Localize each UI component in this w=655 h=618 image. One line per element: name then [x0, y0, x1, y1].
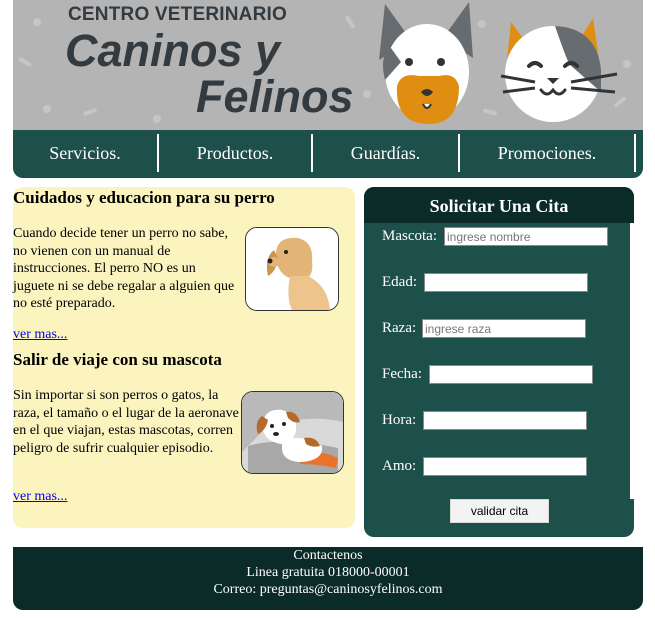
form-title: Solicitar Una Cita	[364, 187, 634, 223]
article-title: Cuidados y educacion para su perro	[13, 188, 275, 207]
submit-appointment-button[interactable]: validar cita	[450, 499, 549, 523]
amo-label: Amo:	[382, 458, 417, 474]
article-read-more-link[interactable]: ver mas...	[13, 327, 67, 343]
hora-label: Hora:	[382, 412, 417, 428]
header-banner: CENTRO VETERINARIO Caninos y Felinos	[13, 0, 643, 130]
amo-input[interactable]	[423, 457, 587, 476]
articles-panel: Cuidados y educacion para su perro Cuand…	[13, 187, 355, 528]
cat-logo-icon	[500, 18, 618, 122]
footer-email: Correo: preguntas@caninosyfelinos.com	[213, 582, 443, 597]
nav-item-productos[interactable]: Productos.	[159, 130, 311, 178]
nav-divider	[634, 134, 636, 172]
fecha-input[interactable]	[429, 365, 593, 384]
article-read-more-link[interactable]: ver mas...	[13, 489, 67, 505]
edad-label: Edad:	[382, 274, 417, 290]
raza-label: Raza:	[382, 320, 417, 336]
hora-input[interactable]	[423, 411, 587, 430]
dog-logo-icon	[379, 2, 473, 124]
raza-input[interactable]	[422, 319, 586, 338]
brand-title-line2: Felinos	[196, 71, 354, 122]
article-text: Cuando decide tener un perro no sabe, no…	[13, 226, 235, 311]
nav-item-servicios[interactable]: Servicios.	[13, 130, 157, 178]
dog-photo	[245, 227, 339, 311]
main-nav: Servicios. Productos. Guardías. Promocio…	[13, 130, 643, 178]
footer: Contactenos Linea gratuita 018000-00001 …	[13, 547, 643, 610]
article-title: Salir de viaje con su mascota	[13, 350, 222, 369]
nav-item-promociones[interactable]: Promociones.	[460, 130, 634, 178]
form-divider	[630, 223, 634, 499]
article-text: Sin importar si son perros o gatos, la r…	[13, 388, 239, 456]
footer-contact-heading: Contactenos	[293, 548, 363, 563]
brand-subtitle: CENTRO VETERINARIO	[68, 4, 287, 25]
mascota-input[interactable]	[444, 227, 608, 246]
mascota-label: Mascota:	[382, 228, 437, 244]
nav-item-guardias[interactable]: Guardías.	[313, 130, 458, 178]
edad-input[interactable]	[424, 273, 588, 292]
puppy-photo	[241, 391, 344, 474]
brand-title-line1: Caninos y	[65, 25, 281, 76]
fecha-label: Fecha:	[382, 366, 422, 382]
footer-phone: Linea gratuita 018000-00001	[246, 565, 410, 580]
appointment-form: Solicitar Una Cita Mascota: Edad: Raza: …	[364, 187, 634, 537]
